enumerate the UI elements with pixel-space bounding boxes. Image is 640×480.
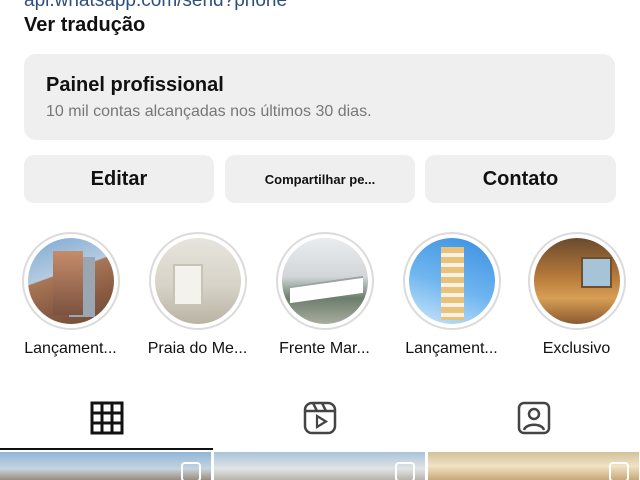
share-profile-button[interactable]: Compartilhar pe... [225,155,415,203]
post-thumbnail[interactable] [428,452,639,480]
edit-profile-button[interactable]: Editar [24,155,214,203]
highlight-cover [275,232,374,330]
highlight-cover [527,232,626,330]
highlight-item[interactable]: Lançament... [8,232,133,358]
tab-posts-grid[interactable] [0,388,213,450]
professional-dashboard-subtitle: 10 mil contas alcançadas nos últimos 30 … [46,103,372,120]
highlight-label: Lançament... [405,340,498,357]
highlight-item[interactable]: Praia do Me... [135,232,260,358]
highlight-image [408,238,495,324]
highlight-label: Lançament... [24,340,117,357]
tab-reels[interactable] [213,388,426,448]
reels-badge-icon [181,462,201,480]
professional-dashboard-title: Painel profissional [46,74,224,96]
highlight-item[interactable]: Exclusivo [514,232,639,358]
carousel-badge-icon [395,462,415,480]
highlight-image [154,238,241,324]
profile-tabs [0,388,640,450]
post-thumbnail[interactable] [214,452,425,480]
highlight-label: Praia do Me... [147,340,248,357]
highlight-cover [402,232,501,330]
posts-grid [0,452,640,480]
highlight-label: Frente Mar... [279,340,370,357]
highlight-image [27,238,114,324]
grid-icon [90,401,123,435]
highlight-image [281,238,368,324]
tagged-icon [517,401,550,435]
highlight-cover [148,232,247,330]
tab-tagged[interactable] [427,388,640,448]
bio-link[interactable]: api.whatsapp.com/send?phone [24,0,287,12]
highlight-item[interactable]: Lançament... [389,232,514,358]
see-translation-link[interactable]: Ver tradução [24,14,145,37]
contact-button[interactable]: Contato [425,155,616,203]
post-thumbnail[interactable] [0,452,211,480]
carousel-badge-icon [609,462,629,480]
highlight-image [533,238,620,324]
story-highlights: Lançament... Praia do Me... Frente Mar..… [0,232,640,362]
reels-icon [303,401,336,435]
professional-dashboard[interactable]: Painel profissional 10 mil contas alcanç… [24,54,615,140]
highlight-item[interactable]: Frente Mar... [262,232,387,358]
highlight-label: Exclusivo [542,340,611,357]
highlight-cover [21,232,120,330]
